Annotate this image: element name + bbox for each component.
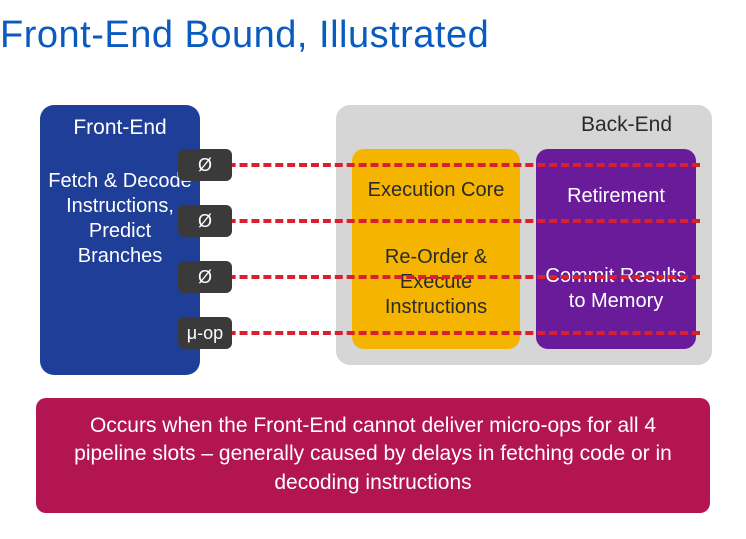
pipe-row-4 [180, 331, 700, 335]
slot-chip-3: Ø [178, 261, 232, 293]
retirement-block: Retirement Commit Results to Memory [536, 149, 696, 349]
page-title: Front-End Bound, Illustrated [0, 14, 489, 57]
execution-core-description: Re-Order & Execute Instructions [360, 245, 512, 320]
slot-chip-4: μ-op [178, 317, 232, 349]
pipe-row-2 [180, 219, 700, 223]
pipe-row-1 [180, 163, 700, 167]
slot-chip-2: Ø [178, 205, 232, 237]
execution-core-block: Execution Core Re-Order & Execute Instru… [352, 149, 520, 349]
pipe-row-3 [180, 275, 700, 279]
frontend-block: Front-End Fetch & Decode Instructions, P… [40, 105, 200, 375]
frontend-description: Fetch & Decode Instructions, Predict Bra… [40, 169, 200, 269]
slot-chip-1: Ø [178, 149, 232, 181]
pipeline-diagram: Front-End Fetch & Decode Instructions, P… [40, 105, 720, 385]
retirement-title: Retirement [544, 184, 688, 209]
retirement-description: Commit Results to Memory [544, 264, 688, 314]
frontend-label: Front-End [40, 115, 200, 141]
backend-block: Back-End Execution Core Re-Order & Execu… [336, 105, 712, 365]
caption-box: Occurs when the Front-End cannot deliver… [36, 398, 710, 513]
backend-label: Back-End [581, 113, 672, 137]
execution-core-title: Execution Core [360, 178, 512, 203]
